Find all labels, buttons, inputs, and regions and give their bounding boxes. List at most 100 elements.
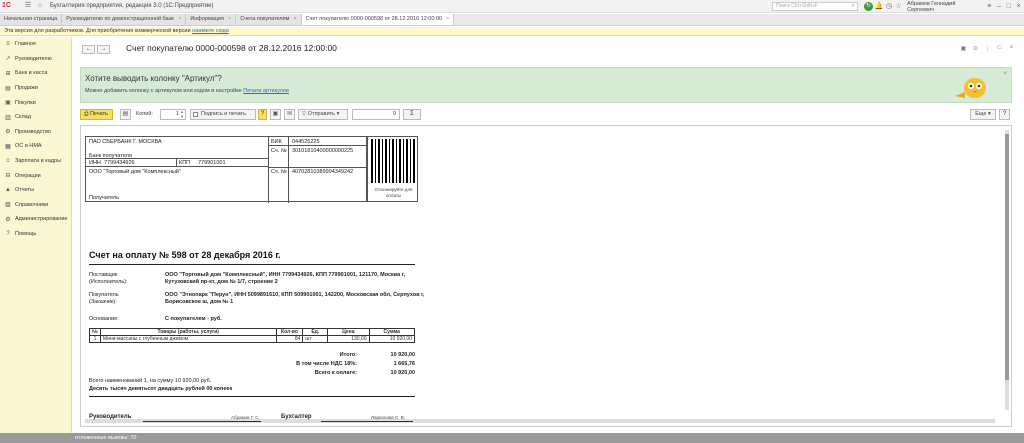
sidebar-item-bank[interactable]: ⊞ Банк и касса: [0, 66, 71, 81]
tab-label: Счета покупателям: [240, 16, 290, 22]
cell-name: Мини-массаны с глубинным джемом: [99, 335, 277, 343]
article-column-banner: Хотите выводить колонку "Артикул"? Можно…: [80, 67, 1012, 103]
people-icon: ☺: [4, 158, 12, 165]
close-icon[interactable]: ×: [1007, 45, 1016, 52]
bik-label: БИК: [271, 139, 282, 145]
close-icon[interactable]: ×: [1014, 2, 1023, 11]
sidebar-item-director[interactable]: ↗ Руководителю: [0, 52, 71, 67]
main-area: ← → Счет покупателю 0000-000598 от 28.12…: [74, 37, 1024, 433]
invoice-sheet[interactable]: ПАО СБЕРБАНК Г. МОСКВА Банк получателя И…: [80, 125, 1012, 427]
tab-invoices[interactable]: Счета покупателям ×: [236, 14, 302, 25]
accountant-signature-line: [321, 421, 413, 422]
sidebar-item-sales[interactable]: ▤ Продажи: [0, 81, 71, 96]
help-button[interactable]: ?: [999, 109, 1010, 120]
star-icon[interactable]: ☆: [894, 2, 903, 11]
send-button[interactable]: ▽ Отправить ▾: [298, 109, 348, 120]
notice-link[interactable]: нажмите сюда: [192, 28, 229, 34]
sidebar-item-label: Склад: [15, 114, 31, 121]
items-table: № Товары (работы, услуги) Кол-во Ед. Цен…: [89, 328, 415, 343]
search-input[interactable]: Поиск Ctrl+Shift+F ⌕: [772, 2, 858, 11]
sidebar-item-admin[interactable]: ⚙ Администрирование: [0, 212, 71, 227]
close-icon[interactable]: ×: [1003, 71, 1007, 77]
save-icon[interactable]: ▣: [270, 109, 281, 120]
vat-label: В том числе НДС 18%:: [296, 361, 357, 367]
connection-icon[interactable]: ↻: [864, 2, 873, 11]
scrollbar-thumb[interactable]: [1005, 134, 1009, 380]
sign-and-stamp-toggle[interactable]: Подпись и печать: [190, 109, 256, 120]
sidebar-item-label: Администрирование: [15, 216, 68, 223]
cell-sum: 10 920,00: [368, 335, 415, 343]
user-name[interactable]: Абрамов Геннадий Сергеевич: [907, 1, 982, 13]
sidebar-item-label: Отчеты: [15, 187, 35, 194]
sum-field[interactable]: 0: [352, 109, 400, 120]
tab-label: Счет покупателю 0000-000598 от 28.12.201…: [305, 16, 443, 22]
minimize-icon[interactable]: –: [995, 2, 1004, 11]
close-tab-icon[interactable]: ×: [293, 16, 296, 22]
close-tab-icon[interactable]: ×: [446, 16, 449, 22]
tab-label: Руководителю по демонстрационной базе: [66, 16, 175, 22]
send-label: Отправить: [307, 111, 336, 117]
print-button[interactable]: ⎙ Печать: [80, 109, 113, 120]
sidebar-item-salary[interactable]: ☺ Зарплата и кадры: [0, 154, 71, 169]
sidebar-item-operations[interactable]: ⊟ Операции: [0, 168, 71, 183]
close-tab-icon[interactable]: ×: [178, 16, 181, 22]
title-bar: 1С ☰ ⌂ Бухгалтерия предприятия, редакция…: [0, 0, 1024, 13]
sidebar-item-label: Главное: [15, 41, 37, 48]
tab-invoice-598[interactable]: Счет покупателю 0000-000598 от 28.12.201…: [301, 14, 455, 25]
cell-divider: [269, 145, 368, 146]
banner-link[interactable]: Печати артикулов: [243, 88, 289, 94]
tab-director[interactable]: Руководителю по демонстрационной базе ×: [62, 14, 187, 25]
more-label: Еще: [975, 111, 987, 117]
tab-home[interactable]: Начальная страница: [0, 14, 63, 25]
sidebar-item-help[interactable]: ? Помощь: [0, 227, 71, 242]
menu-icon[interactable]: ☰: [24, 2, 32, 10]
warehouse-icon: ▥: [5, 114, 11, 121]
sidebar-item-catalogs[interactable]: ▧ Справочники: [0, 198, 71, 213]
back-button[interactable]: ←: [82, 45, 95, 54]
sidebar-item-purchases[interactable]: ▣ Покупки: [0, 95, 71, 110]
basis-label: Основание:: [89, 316, 119, 322]
checkbox[interactable]: [193, 112, 198, 117]
forward-button[interactable]: →: [97, 45, 110, 54]
sign-help-button[interactable]: ?: [258, 109, 267, 120]
copies-stepper[interactable]: 1 ▲ ▼: [160, 109, 186, 120]
sidebar-item-label: Покупки: [15, 99, 36, 106]
close-tab-icon[interactable]: ×: [228, 16, 231, 22]
sidebar-item-main[interactable]: ≡ Главное: [0, 37, 71, 52]
more-button[interactable]: Еще ▾: [970, 109, 996, 120]
sum-button[interactable]: Σ: [403, 109, 421, 120]
total-value: 10 920,00: [390, 352, 415, 358]
tab-info[interactable]: Информация ×: [186, 14, 237, 25]
preview-icon[interactable]: ▤: [120, 109, 131, 120]
sidebar-item-production[interactable]: ⚙ Производство: [0, 125, 71, 140]
banner-text-body: Можно добавить колонку с артикулом или к…: [85, 88, 242, 94]
spin-icon[interactable]: ▲ ▼: [180, 109, 184, 119]
sales-icon: ▤: [5, 85, 11, 92]
page-title: Счет покупателю 0000-000598 от 28.12.201…: [126, 43, 337, 53]
sidebar-item-reports[interactable]: ▲ Отчеты: [0, 183, 71, 198]
bank-icon: ⊞: [5, 70, 11, 77]
search-icon[interactable]: ⌕: [852, 3, 855, 10]
recipient-name: ООО "Торговый дом "Комплексный": [89, 169, 181, 175]
bell-icon[interactable]: 🔔: [875, 2, 884, 11]
sidebar-item-label: ОС и НМА: [15, 143, 42, 150]
maximize-icon[interactable]: □: [995, 45, 1004, 52]
home-icon[interactable]: ⌂: [36, 2, 44, 10]
vertical-scrollbar[interactable]: [1005, 130, 1009, 410]
supplier-label: Поставщик (Исполнитель):: [89, 272, 128, 285]
divider: [89, 396, 415, 397]
more-icon[interactable]: ⋮: [983, 45, 992, 52]
corr-account-label: Сч. №: [271, 148, 287, 154]
email-icon[interactable]: ✉: [284, 109, 295, 120]
accountant-label: Бухгалтер: [281, 414, 312, 420]
maximize-icon[interactable]: □: [1004, 2, 1013, 11]
col-header: Товары (работы, услуги): [99, 328, 277, 336]
settings-icon[interactable]: ≡: [985, 2, 994, 11]
link-icon[interactable]: ⊙: [971, 45, 980, 52]
history-icon[interactable]: ◷: [885, 2, 894, 11]
tab-bar: Начальная страница Руководителю по демон…: [0, 14, 1024, 26]
col-header: Ед.: [302, 328, 329, 336]
sidebar-item-warehouse[interactable]: ▥ Склад: [0, 110, 71, 125]
sidebar-item-assets[interactable]: ▦ ОС и НМА: [0, 139, 71, 154]
save-icon[interactable]: ▣: [959, 45, 968, 52]
